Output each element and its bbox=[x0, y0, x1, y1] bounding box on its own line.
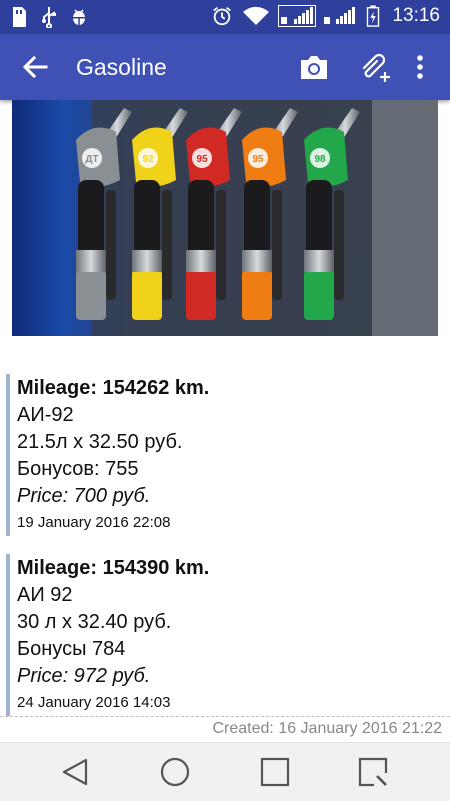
entry-date: 24 January 2016 14:03 bbox=[17, 694, 171, 711]
entry-volume: 21.5л х 32.50 руб. bbox=[17, 431, 183, 453]
signal-icon bbox=[278, 5, 317, 27]
list-item[interactable]: Mileage: 154390 km. АИ 92 30 л х 32.40 р… bbox=[6, 554, 447, 716]
nozzle-label: 95 bbox=[196, 154, 208, 165]
more-vert-icon[interactable] bbox=[410, 52, 430, 82]
navigation-bar bbox=[0, 742, 450, 801]
entry-bonus: Бонусы 784 bbox=[17, 638, 126, 660]
entry-price: Price: 972 руб. bbox=[17, 665, 151, 687]
camera-icon[interactable] bbox=[298, 52, 330, 82]
toolbar: Gasoline bbox=[0, 34, 450, 100]
entry-volume: 30 л х 32.40 руб. bbox=[17, 611, 172, 633]
arrow-back-icon[interactable] bbox=[20, 52, 50, 82]
footer-divider bbox=[0, 716, 450, 717]
signal-icon-2 bbox=[324, 7, 356, 24]
page-title: Gasoline bbox=[76, 54, 167, 80]
entry-fuel: АИ 92 bbox=[17, 584, 73, 606]
nav-recents-icon[interactable] bbox=[258, 755, 292, 789]
entries-list[interactable]: Mileage: 154262 km. АИ-92 21.5л х 32.50 … bbox=[0, 360, 450, 716]
entry-date: 19 January 2016 22:08 bbox=[17, 514, 171, 531]
nav-back-icon[interactable] bbox=[58, 755, 92, 789]
android-debug-icon bbox=[73, 9, 85, 25]
nav-home-icon[interactable] bbox=[158, 755, 192, 789]
nozzle-label: 95 bbox=[252, 154, 264, 165]
battery-charging-icon bbox=[367, 5, 380, 27]
wifi-icon bbox=[243, 6, 270, 26]
nozzle-label: 98 bbox=[314, 154, 326, 165]
attachment-add-icon[interactable] bbox=[356, 48, 392, 84]
fuel-nozzles-photo[interactable]: ДТ 92 95 95 98 bbox=[12, 100, 438, 336]
status-notifications bbox=[10, 6, 88, 28]
entry-mileage: Mileage: 154390 km. bbox=[17, 557, 210, 579]
created-timestamp: Created: 16 January 2016 21:22 bbox=[212, 720, 443, 737]
entry-bonus: Бонусов: 755 bbox=[17, 458, 139, 480]
entry-price: Price: 700 руб. bbox=[17, 485, 151, 507]
sd-card-icon bbox=[13, 7, 26, 27]
alarm-icon bbox=[213, 7, 232, 26]
usb-icon bbox=[42, 7, 56, 28]
status-bar: 13:16 bbox=[0, 0, 450, 34]
status-time: 13:16 bbox=[392, 5, 440, 26]
list-item[interactable]: Mileage: 154262 km. АИ-92 21.5л х 32.50 … bbox=[6, 374, 447, 536]
status-system: 13:16 bbox=[210, 5, 440, 27]
nozzle-label: 92 bbox=[142, 154, 154, 165]
entry-mileage: Mileage: 154262 km. bbox=[17, 377, 210, 399]
nozzle-label: ДТ bbox=[85, 154, 98, 165]
nav-capture-icon[interactable] bbox=[356, 755, 390, 789]
entry-fuel: АИ-92 bbox=[17, 404, 74, 426]
